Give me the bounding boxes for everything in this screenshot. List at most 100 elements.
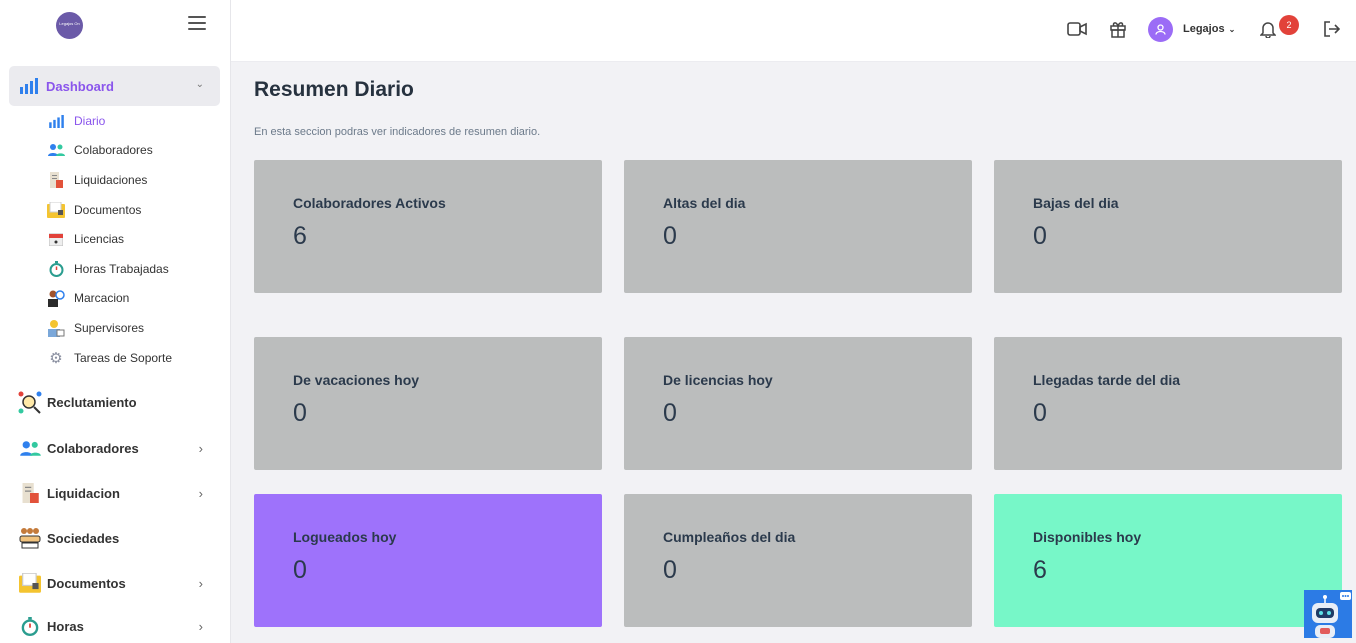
receipt-icon bbox=[47, 171, 65, 189]
sidebar-item-label: Reclutamiento bbox=[47, 394, 137, 410]
card-llegadas-tarde: Llegadas tarde del dia 0 bbox=[994, 337, 1342, 470]
gear-icon: ⚙ bbox=[49, 350, 63, 367]
card-title: Colaboradores Activos bbox=[293, 195, 446, 211]
avatar[interactable] bbox=[1148, 17, 1173, 42]
sidebar-item-label: Dashboard bbox=[46, 78, 114, 94]
sidebar-subitem-label: Liquidaciones bbox=[74, 173, 148, 187]
chevron-right-icon: › bbox=[198, 618, 203, 634]
sidebar-item-label: Documentos bbox=[47, 575, 126, 591]
chevron-right-icon: › bbox=[198, 440, 203, 456]
card-bajas-del-dia: Bajas del dia 0 bbox=[994, 160, 1342, 293]
card-title: Logueados hoy bbox=[293, 529, 397, 545]
card-disponibles-hoy: Disponibles hoy 6 bbox=[994, 494, 1342, 627]
user-menu[interactable]: Legajos ⌄ bbox=[1183, 23, 1235, 35]
card-value: 0 bbox=[1033, 399, 1047, 427]
page-subtitle: En esta seccion podras ver indicadores d… bbox=[254, 126, 541, 138]
sidebar-item-label: Horas bbox=[47, 618, 84, 634]
sidebar-item-horas[interactable]: Horas › bbox=[18, 613, 213, 639]
bar-chart-icon bbox=[47, 112, 65, 130]
sidebar-subitem-label: Colaboradores bbox=[74, 143, 153, 157]
sidebar-item-documentos[interactable]: Documentos › bbox=[18, 570, 213, 596]
card-value: 0 bbox=[663, 399, 677, 427]
card-title: De licencias hoy bbox=[663, 372, 773, 388]
sidebar-item-colaboradores[interactable]: Colaboradores › bbox=[18, 435, 213, 461]
chevron-down-icon: ⌄ bbox=[195, 79, 204, 90]
sidebar-subitem-label: Tareas de Soporte bbox=[74, 351, 173, 365]
hamburger-icon-line bbox=[188, 28, 206, 30]
recruitment-icon bbox=[18, 390, 42, 414]
sidebar-subitem-label: Marcacion bbox=[74, 291, 130, 305]
chevron-right-icon: › bbox=[198, 575, 203, 591]
sidebar-subitem-licencias[interactable]: Licencias bbox=[47, 229, 124, 249]
sidebar-subitem-marcacion[interactable]: Marcacion bbox=[47, 288, 129, 308]
logo[interactable]: Legajos On bbox=[56, 12, 83, 39]
hamburger-icon bbox=[188, 16, 206, 18]
video-icon[interactable] bbox=[1066, 18, 1088, 40]
stopwatch-icon bbox=[18, 614, 42, 638]
user-name-label: Legajos bbox=[1183, 23, 1225, 35]
sidebar-subitem-tareas-de-soporte[interactable]: ⚙ Tareas de Soporte bbox=[47, 348, 172, 368]
people-icon bbox=[18, 436, 42, 460]
hamburger-icon-line bbox=[188, 22, 206, 24]
calendar-icon bbox=[47, 230, 65, 248]
sidebar-subitem-horas-trabajadas[interactable]: Horas Trabajadas bbox=[47, 259, 169, 279]
gift-icon[interactable] bbox=[1107, 18, 1129, 40]
sidebar-item-label: Liquidacion bbox=[47, 485, 120, 501]
card-colaboradores-activos: Colaboradores Activos 6 bbox=[254, 160, 602, 293]
bar-chart-icon bbox=[20, 78, 38, 94]
sidebar-subitem-colaboradores[interactable]: Colaboradores bbox=[47, 140, 153, 160]
chevron-down-icon: ⌄ bbox=[1228, 25, 1236, 34]
notification-badge: 2 bbox=[1279, 15, 1299, 35]
handshake-icon bbox=[18, 526, 42, 550]
clock-user-icon bbox=[47, 289, 65, 307]
bell-icon[interactable] bbox=[1257, 18, 1279, 40]
card-value: 0 bbox=[663, 222, 677, 250]
card-altas-del-dia: Altas del dia 0 bbox=[624, 160, 972, 293]
sidebar-subitem-diario[interactable]: Diario bbox=[47, 111, 105, 131]
sidebar-item-liquidacion[interactable]: Liquidacion › bbox=[18, 480, 213, 506]
people-icon bbox=[47, 141, 65, 159]
folder-icon bbox=[18, 571, 42, 595]
sidebar-subitem-label: Licencias bbox=[74, 232, 125, 246]
sidebar-subitem-supervisores[interactable]: Supervisores bbox=[47, 318, 144, 338]
sidebar-subitem-documentos[interactable]: Documentos bbox=[47, 200, 141, 220]
card-de-licencias-hoy: De licencias hoy 0 bbox=[624, 337, 972, 470]
sidebar-item-reclutamiento[interactable]: Reclutamiento bbox=[18, 389, 213, 415]
sidebar: Legajos On Dashboard ⌄ Diario Colaborado… bbox=[0, 0, 231, 643]
card-value: 6 bbox=[1033, 556, 1047, 584]
card-title: Cumpleaños del dia bbox=[663, 529, 796, 545]
chatbot-button[interactable] bbox=[1304, 590, 1352, 638]
robot-icon bbox=[1312, 592, 1351, 638]
page-title: Resumen Diario bbox=[254, 78, 414, 101]
card-value: 0 bbox=[293, 556, 307, 584]
receipt-icon bbox=[18, 481, 42, 505]
stopwatch-icon bbox=[47, 260, 65, 278]
folder-icon bbox=[47, 201, 65, 219]
card-cumpleanos-del-dia: Cumpleaños del dia 0 bbox=[624, 494, 972, 627]
sidebar-subitem-label: Documentos bbox=[74, 203, 142, 217]
logout-icon[interactable] bbox=[1320, 18, 1342, 40]
sidebar-subitem-label: Horas Trabajadas bbox=[74, 262, 169, 276]
sidebar-item-label: Colaboradores bbox=[47, 440, 139, 456]
sidebar-item-sociedades[interactable]: Sociedades bbox=[18, 525, 213, 551]
card-title: De vacaciones hoy bbox=[293, 372, 420, 388]
user-icon bbox=[1155, 24, 1166, 35]
card-title: Bajas del dia bbox=[1033, 195, 1119, 211]
card-logueados-hoy: Logueados hoy 0 bbox=[254, 494, 602, 627]
card-title: Llegadas tarde del dia bbox=[1033, 372, 1181, 388]
card-title: Disponibles hoy bbox=[1033, 529, 1142, 545]
menu-toggle-button[interactable] bbox=[188, 16, 206, 30]
card-value: 0 bbox=[293, 399, 307, 427]
sidebar-item-label: Sociedades bbox=[47, 530, 120, 546]
sidebar-subitem-liquidaciones[interactable]: Liquidaciones bbox=[47, 170, 147, 190]
topbar: Legajos ⌄ 2 bbox=[231, 0, 1356, 62]
sidebar-subitem-label: Diario bbox=[74, 114, 106, 128]
sidebar-item-dashboard[interactable]: Dashboard ⌄ bbox=[9, 66, 220, 106]
supervisor-icon bbox=[47, 319, 65, 337]
card-de-vacaciones-hoy: De vacaciones hoy 0 bbox=[254, 337, 602, 470]
sidebar-subitem-label: Supervisores bbox=[74, 321, 145, 335]
card-value: 0 bbox=[1033, 222, 1047, 250]
card-title: Altas del dia bbox=[663, 195, 746, 211]
card-value: 6 bbox=[293, 222, 307, 250]
card-value: 0 bbox=[663, 556, 677, 584]
